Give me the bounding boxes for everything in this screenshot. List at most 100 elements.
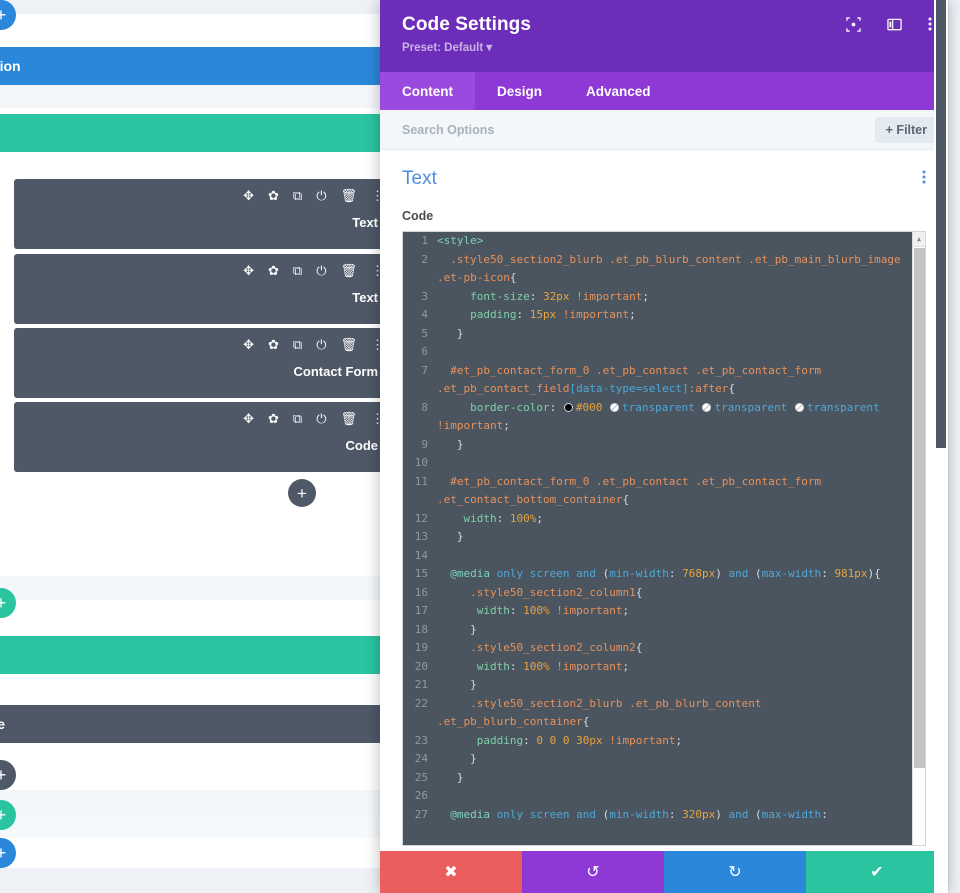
plus-icon: + (297, 485, 307, 502)
code-token: : (510, 604, 523, 617)
code-token: width (477, 660, 510, 673)
code-token: : (523, 734, 536, 747)
code-token: transparent (622, 401, 695, 414)
trash-icon[interactable]: 🗑 (340, 338, 357, 351)
wf-stripe (0, 84, 380, 108)
gear-icon[interactable]: ✿ (268, 338, 279, 351)
code-line-number: 6 (403, 343, 437, 362)
code-line: 26 (403, 787, 925, 806)
code-line: 22 .style50_section2_blurb .et_pb_blurb_… (403, 695, 925, 732)
wireframe-module-card[interactable]: ✥ ✿ ⧉ ⏻ 🗑 ⋮ Contact Form (14, 328, 392, 398)
wireframe-row-bar[interactable]: Row (0, 114, 380, 152)
code-token: : (669, 567, 682, 580)
code-editor-scrollbar[interactable]: ▲ (912, 232, 925, 845)
code-token (437, 290, 470, 303)
scrollbar-thumb[interactable] (914, 248, 925, 768)
trash-icon[interactable]: 🗑 (340, 189, 357, 202)
save-button[interactable]: ✔ (806, 851, 948, 893)
toggle-icon[interactable]: ⏻ (316, 412, 326, 425)
add-section-button[interactable]: + (0, 838, 16, 868)
code-token (437, 327, 457, 340)
color-swatch-icon[interactable] (610, 403, 619, 412)
module-name: Text (352, 290, 378, 305)
code-line-number: 8 (403, 399, 437, 436)
code-token (437, 697, 470, 710)
duplicate-icon[interactable]: ⧉ (293, 412, 302, 425)
gear-icon[interactable]: ✿ (268, 189, 279, 202)
code-line-number: 26 (403, 787, 437, 806)
search-input[interactable] (402, 123, 875, 137)
move-icon[interactable]: ✥ (243, 189, 254, 202)
move-icon[interactable]: ✥ (243, 338, 254, 351)
toggle-icon[interactable]: ⏻ (316, 338, 326, 351)
code-line-text (437, 343, 925, 362)
code-token: !important (576, 290, 642, 303)
code-line: 19 .style50_section2_column2{ (403, 639, 925, 658)
code-line-number: 2 (403, 251, 437, 288)
code-line-number: 10 (403, 454, 437, 473)
duplicate-icon[interactable]: ⧉ (293, 338, 302, 351)
module-action-icons: ✥ ✿ ⧉ ⏻ 🗑 ⋮ (243, 338, 384, 351)
modal-scrollbar-thumb[interactable] (936, 0, 946, 448)
code-line-text: } (437, 750, 925, 769)
wireframe-row-bar[interactable]: Row (0, 636, 380, 674)
wireframe-section-label: Section (0, 58, 21, 74)
code-token: max-width (762, 567, 822, 580)
duplicate-icon[interactable]: ⧉ (293, 189, 302, 202)
modal-scrollbar[interactable] (934, 0, 948, 893)
wireframe-module-card[interactable]: ✥ ✿ ⧉ ⏻ 🗑 ⋮ Code (14, 402, 392, 472)
color-swatch-icon[interactable] (795, 403, 804, 412)
redo-button[interactable]: ↻ (664, 851, 806, 893)
code-line: 14 (403, 547, 925, 566)
wireframe-module-bar[interactable]: Code (0, 705, 380, 743)
code-token: { (636, 641, 643, 654)
layout-toggle-icon[interactable] (887, 17, 902, 37)
code-editor[interactable]: 1<style>2 .style50_section2_blurb .et_pb… (402, 231, 926, 846)
code-line-text: #et_pb_contact_form_0 .et_pb_contact .et… (437, 362, 925, 399)
wireframe-module-card[interactable]: ✥ ✿ ⧉ ⏻ 🗑 ⋮ Text (14, 254, 392, 324)
cancel-button[interactable]: ✖ (380, 851, 522, 893)
code-line: 12 width: 100%; (403, 510, 925, 529)
scroll-up-icon[interactable]: ▲ (913, 232, 925, 247)
wireframe-section-bar[interactable]: Section (0, 47, 380, 85)
add-module-inline-button[interactable]: + (288, 479, 316, 507)
code-token: border-color (470, 401, 549, 414)
code-field-label: Code (402, 209, 926, 223)
code-line: 10 (403, 454, 925, 473)
code-token: { (636, 586, 643, 599)
tab-design[interactable]: Design (475, 72, 564, 110)
section-more-vertical-icon[interactable] (922, 169, 926, 190)
gear-icon[interactable]: ✿ (268, 264, 279, 277)
toggle-icon[interactable]: ⏻ (316, 264, 326, 277)
code-token (437, 438, 457, 451)
wireframe-module-card[interactable]: ✥ ✿ ⧉ ⏻ 🗑 ⋮ Text (14, 179, 392, 249)
code-token: { (510, 271, 517, 284)
duplicate-icon[interactable]: ⧉ (293, 264, 302, 277)
code-line-number: 21 (403, 676, 437, 695)
code-token: !important (563, 308, 629, 321)
filter-button[interactable]: + Filter (875, 117, 938, 143)
color-swatch-icon[interactable] (564, 403, 573, 412)
tab-advanced[interactable]: Advanced (564, 72, 673, 110)
trash-icon[interactable]: 🗑 (340, 412, 357, 425)
toggle-icon[interactable]: ⏻ (316, 189, 326, 202)
modal-preset-selector[interactable]: Preset: Default ▾ (402, 40, 930, 54)
code-token: padding (470, 308, 516, 321)
code-line: 13 } (403, 528, 925, 547)
modal-footer: ✖ ↺ ↻ ✔ (380, 851, 948, 893)
tab-content[interactable]: Content (380, 72, 475, 110)
code-editor-content[interactable]: 1<style>2 .style50_section2_blurb .et_pb… (403, 232, 925, 845)
color-swatch-icon[interactable] (702, 403, 711, 412)
code-line-text: .style50_section2_blurb .et_pb_blurb_con… (437, 695, 925, 732)
gear-icon[interactable]: ✿ (268, 412, 279, 425)
trash-icon[interactable]: 🗑 (340, 264, 357, 277)
code-token: : (497, 512, 510, 525)
move-icon[interactable]: ✥ (243, 412, 254, 425)
fullscreen-icon[interactable] (846, 17, 861, 37)
wf-stripe (0, 868, 380, 893)
section-title: Text (402, 168, 437, 190)
code-token: : (530, 290, 543, 303)
move-icon[interactable]: ✥ (243, 264, 254, 277)
more-vertical-icon[interactable] (928, 16, 932, 37)
undo-button[interactable]: ↺ (522, 851, 664, 893)
